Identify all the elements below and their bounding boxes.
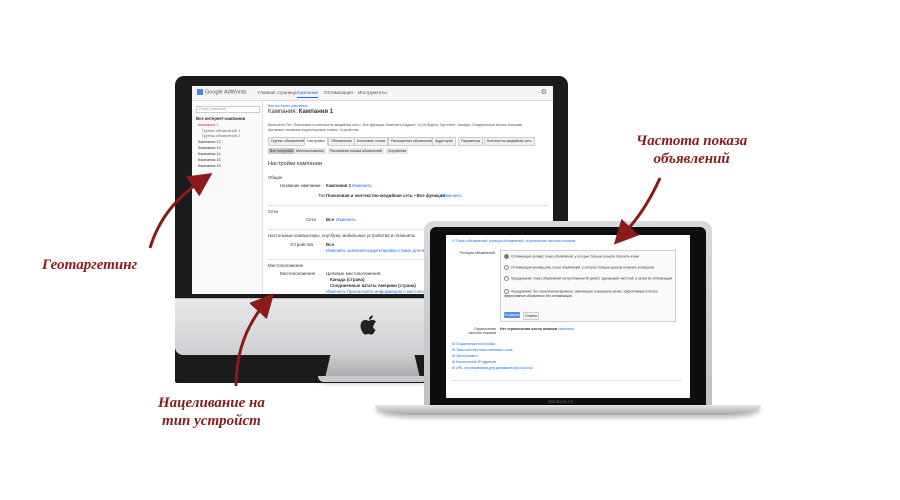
annotation-arrows [148,172,662,387]
arrow-devices [234,293,275,387]
annotation-geo: Геотаргетинг [42,257,138,273]
arrow-geo [148,172,213,249]
arrow-frequency [613,177,662,245]
annotation-frequency-line-1: Частота показа [636,133,748,149]
annotation-frequency: Частота показа объявлений [636,132,747,168]
annotation-devices-line-2: тип устройст [162,413,261,429]
annotation-frequency-line-2: объявлений [653,151,730,167]
annotation-devices: Нацеливание на тип устройст [158,394,265,430]
annotation-devices-line-1: Нацеливание на [158,395,265,411]
